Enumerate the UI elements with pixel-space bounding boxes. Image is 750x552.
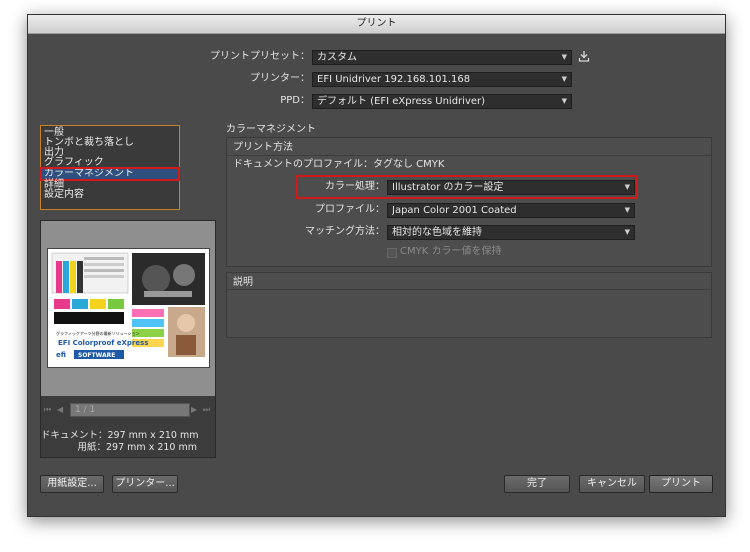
dropdown-arrow-icon: ▼ (624, 206, 630, 214)
profile-label: プロファイル： (315, 204, 385, 215)
dropdown-arrow-icon: ▼ (561, 75, 567, 83)
print-method-group: プリント方法 ドキュメントのプロファイル：タグなし CMYK カラー処理： Il… (226, 137, 712, 267)
print-button[interactable]: プリント (649, 475, 713, 493)
done-button[interactable]: 完了 (504, 475, 570, 493)
thumbnail-brand: EFI Colorproof eXpress (58, 339, 148, 347)
thumbnail-efi-logo: efi (56, 351, 66, 359)
prev-page-icon[interactable]: ◀ (57, 405, 63, 414)
save-preset-icon[interactable] (578, 50, 590, 62)
printer-button[interactable]: プリンター... (112, 475, 178, 493)
paper-size: 用紙：297 mm x 210 mm (77, 442, 197, 453)
sidebar-item-graphics[interactable]: グラフィック (44, 158, 104, 168)
print-dialog: プリント プリントプリセット： カスタム ▼ プリンター： EFI Unidri… (27, 14, 726, 517)
category-list: 一般 トンボと裁ち落とし 出力 グラフィック カラーマネジメント 詳細 設定内容 (40, 125, 180, 210)
description-group: 説明 (226, 272, 712, 338)
cancel-button[interactable]: キャンセル (579, 475, 645, 493)
window-title: プリント (28, 15, 725, 34)
page-thumbnail: グラフィックアーツ分野の最新ソリューション EFI Colorproof eXp… (47, 248, 210, 368)
preserve-cmyk-label: CMYK カラー値を保持 (400, 246, 502, 257)
ppd-select[interactable]: デフォルト (EFI eXpress Unidriver) ▼ (312, 94, 572, 109)
printer-value: EFI Unidriver 192.168.101.168 (317, 74, 471, 85)
sidebar-item-summary[interactable]: 設定内容 (44, 190, 84, 200)
page-indicator[interactable]: 1 / 1 (70, 403, 190, 417)
dropdown-arrow-icon: ▼ (624, 228, 630, 236)
printer-select[interactable]: EFI Unidriver 192.168.101.168 ▼ (312, 72, 572, 87)
sidebar-item-color-management[interactable]: カラーマネジメント (40, 167, 180, 181)
ppd-label: PPD： (280, 95, 310, 106)
thumbnail-caption: グラフィックアーツ分野の最新ソリューション (56, 330, 140, 336)
document-profile-text: ドキュメントのプロファイル：タグなし CMYK (233, 159, 445, 170)
description-heading: 説明 (233, 277, 253, 288)
thumbnail-artwork: グラフィックアーツ分野の最新ソリューション EFI Colorproof eXp… (51, 252, 205, 359)
highlight-frame (296, 175, 638, 199)
dropdown-arrow-icon: ▼ (561, 53, 567, 61)
matching-value: 相対的な色域を維持 (392, 227, 482, 238)
profile-value: Japan Color 2001 Coated (392, 205, 517, 216)
thumbnail-software: SOFTWARE (78, 352, 115, 359)
preset-value: カスタム (317, 52, 357, 63)
ppd-value: デフォルト (EFI eXpress Unidriver) (317, 96, 486, 107)
next-page-icon[interactable]: ▶ (191, 405, 197, 414)
matching-select[interactable]: 相対的な色域を維持 ▼ (387, 225, 635, 240)
dropdown-arrow-icon: ▼ (561, 97, 567, 105)
divider (227, 289, 711, 290)
matching-label: マッチング方法： (305, 226, 385, 237)
last-page-icon[interactable]: ⏭ (203, 405, 210, 415)
divider (227, 155, 711, 156)
print-method-heading: プリント方法 (233, 142, 293, 153)
printer-label: プリンター： (250, 73, 310, 84)
first-page-icon[interactable]: ⏮ (44, 405, 51, 415)
print-preview-panel: グラフィックアーツ分野の最新ソリューション EFI Colorproof eXp… (40, 220, 216, 458)
page-setup-button[interactable]: 用紙設定... (40, 475, 104, 493)
preview-area[interactable]: グラフィックアーツ分野の最新ソリューション EFI Colorproof eXp… (41, 221, 215, 396)
preset-select[interactable]: カスタム ▼ (312, 50, 572, 65)
preserve-cmyk-checkbox[interactable] (387, 248, 397, 258)
preset-label: プリントプリセット： (210, 51, 310, 62)
profile-select[interactable]: Japan Color 2001 Coated ▼ (387, 203, 635, 218)
section-heading: カラーマネジメント (226, 124, 316, 135)
